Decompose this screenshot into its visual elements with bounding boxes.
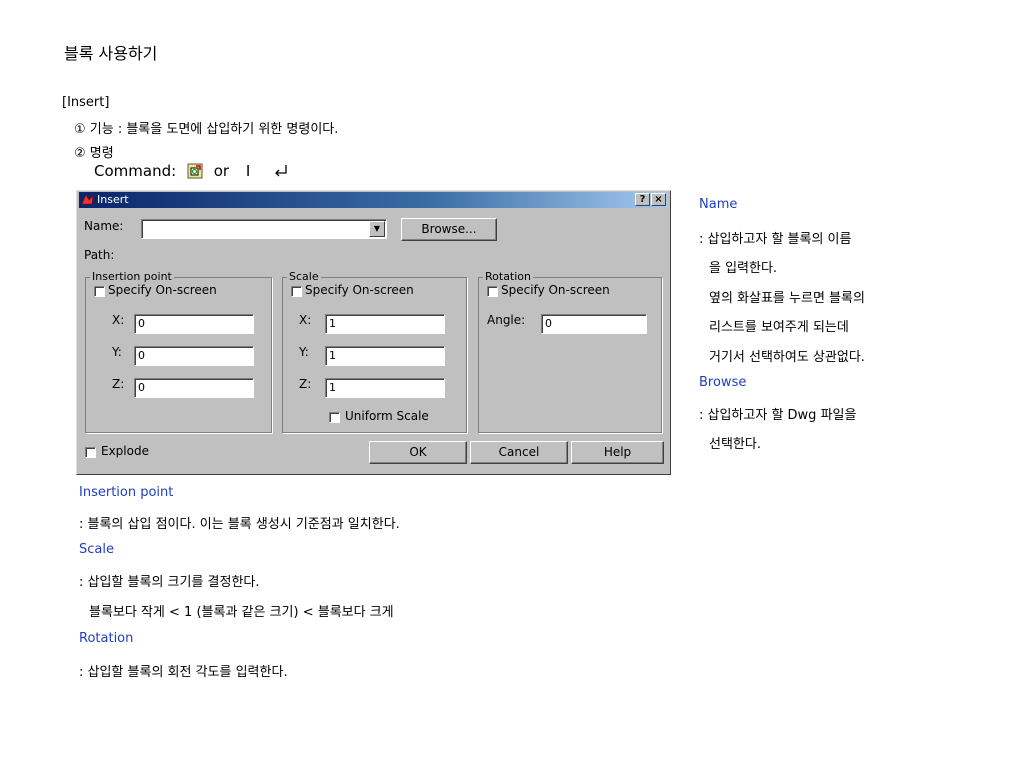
name-desc-5: 거기서 선택하여도 상관없다. <box>709 350 865 365</box>
explode-label: Explode <box>101 444 149 458</box>
command-line: Command: or I <box>94 162 289 180</box>
command-key: I <box>245 162 251 180</box>
help-label: Help <box>603 445 632 459</box>
insertion-point-desc: : 블록의 삽입 점이다. 이는 블록 생성시 기준점과 일치한다. <box>79 517 400 532</box>
ok-label: OK <box>409 445 427 459</box>
scale-desc-2: 블록보다 작게 < 1 (블록과 같은 크기) < 블록보다 크게 <box>89 605 394 620</box>
name-desc-1: : 삽입하고자 할 블록의 이름 <box>699 232 852 247</box>
ok-button[interactable]: OK <box>369 441 467 464</box>
ins-y-label: Y: <box>112 345 122 359</box>
browse-desc-1: : 삽입하고자 할 Dwg 파일을 <box>699 408 857 423</box>
scale-desc-1: : 삽입할 블록의 크기를 결정한다. <box>79 575 260 590</box>
app-icon <box>81 194 94 205</box>
help-title-button[interactable]: ? <box>635 193 650 206</box>
browse-heading: Browse <box>699 375 747 390</box>
rotation-heading: Rotation <box>79 631 134 646</box>
ins-x-label: X: <box>112 313 125 327</box>
browse-label: Browse... <box>421 222 477 236</box>
insert-dialog: Insert ? × Name: ▼ Browse... Path: Inser… <box>76 190 671 475</box>
close-button[interactable]: × <box>651 193 666 206</box>
insert-block-icon <box>187 163 203 179</box>
command-heading: ② 명령 <box>74 146 114 161</box>
browse-desc-2: 선택한다. <box>709 437 761 452</box>
cancel-label: Cancel <box>498 445 540 459</box>
ins-x-input[interactable]: 0 <box>134 314 254 334</box>
specify-insertion-label: Specify On-screen <box>108 283 217 297</box>
specify-rotation-label: Specify On-screen <box>501 283 610 297</box>
insertion-point-group: Insertion point Specify On-screen X: 0 Y… <box>85 270 272 433</box>
uniform-scale-label: Uniform Scale <box>345 409 429 423</box>
ins-z-label: Z: <box>112 377 125 391</box>
enter-icon <box>273 162 289 180</box>
scale-x-input[interactable]: 1 <box>325 314 445 334</box>
help-button[interactable]: Help <box>571 441 664 464</box>
explode-checkbox[interactable] <box>85 447 96 458</box>
uniform-scale-checkbox[interactable] <box>329 412 340 423</box>
rotation-title: Rotation <box>483 270 534 283</box>
ins-z-input[interactable]: 0 <box>134 378 254 398</box>
scale-z-label: Z: <box>299 377 312 391</box>
scale-x-label: X: <box>299 313 312 327</box>
specify-scale-label: Specify On-screen <box>305 283 414 297</box>
function-line: ① 기능 : 블록을 도면에 삽입하기 위한 명령이다. <box>74 122 339 137</box>
scale-y-label: Y: <box>299 345 309 359</box>
dialog-titlebar[interactable]: Insert ? × <box>79 192 668 208</box>
rotation-group: Rotation Specify On-screen Angle: 0 <box>478 270 662 433</box>
insertion-point-title: Insertion point <box>90 270 174 283</box>
dropdown-arrow-icon[interactable]: ▼ <box>369 221 385 237</box>
angle-input[interactable]: 0 <box>541 314 647 334</box>
scale-z-input[interactable]: 1 <box>325 378 445 398</box>
name-combobox[interactable]: ▼ <box>141 219 387 239</box>
name-desc-4: 리스트를 보여주게 되는데 <box>709 320 849 335</box>
specify-rotation-checkbox[interactable] <box>487 286 498 297</box>
page-title: 블록 사용하기 <box>64 44 158 63</box>
name-desc-2: 을 입력한다. <box>709 261 778 276</box>
ins-y-input[interactable]: 0 <box>134 346 254 366</box>
command-or: or <box>213 162 230 180</box>
command-label: Command: <box>94 162 177 180</box>
scale-heading: Scale <box>79 542 114 557</box>
scale-y-input[interactable]: 1 <box>325 346 445 366</box>
scale-group: Scale Specify On-screen X: 1 Y: 1 Z: 1 U… <box>282 270 467 433</box>
specify-scale-checkbox[interactable] <box>291 286 302 297</box>
dialog-title: Insert <box>97 193 129 206</box>
path-label: Path: <box>84 248 115 262</box>
angle-label: Angle: <box>487 313 526 327</box>
rotation-desc: : 삽입할 블록의 회전 각도를 입력한다. <box>79 665 288 680</box>
section-label: [Insert] <box>62 95 110 110</box>
browse-button[interactable]: Browse... <box>401 218 497 241</box>
cancel-button[interactable]: Cancel <box>470 441 568 464</box>
insertion-point-heading: Insertion point <box>79 485 174 500</box>
scale-title: Scale <box>287 270 321 283</box>
name-heading: Name <box>699 197 738 212</box>
name-label: Name: <box>84 219 124 233</box>
specify-insertion-checkbox[interactable] <box>94 286 105 297</box>
name-desc-3: 옆의 화살표를 누르면 블록의 <box>709 291 865 306</box>
